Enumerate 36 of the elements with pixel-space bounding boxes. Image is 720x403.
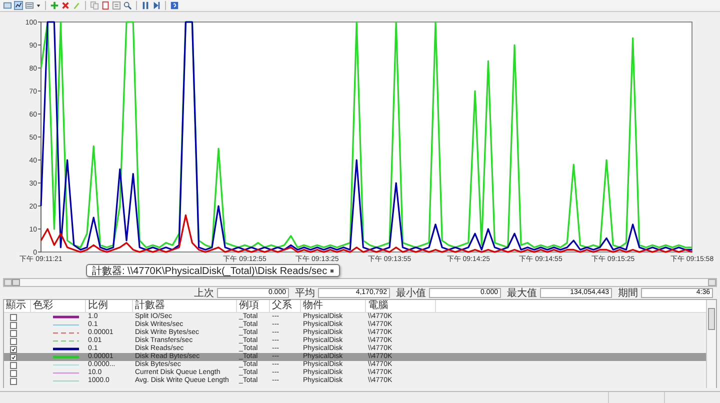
column-header[interactable]: 顯示 (4, 300, 31, 312)
column-header[interactable]: 物件 (301, 300, 366, 312)
column-header[interactable]: 計數器 (133, 300, 237, 312)
chart-icon[interactable] (14, 1, 23, 10)
vertical-scrollbar[interactable] (706, 300, 716, 388)
checkbox[interactable] (10, 362, 17, 368)
checkbox[interactable] (10, 378, 17, 384)
pause-icon[interactable] (141, 1, 150, 10)
stat-label: 平均 (295, 287, 315, 300)
stat-label: 上次 (194, 286, 214, 300)
scroll-thumb[interactable] (708, 308, 715, 330)
stat-label: 最小值 (396, 286, 426, 300)
step-icon[interactable] (152, 1, 161, 10)
zoom-icon[interactable] (123, 1, 132, 10)
checkbox[interactable] (10, 338, 17, 344)
column-header[interactable]: 色彩 (31, 300, 86, 312)
checkbox[interactable] (10, 346, 17, 352)
add-icon[interactable] (50, 1, 59, 10)
delete-icon[interactable] (61, 1, 70, 10)
checkbox[interactable] (10, 330, 17, 336)
checkbox[interactable] (10, 314, 17, 320)
checkbox[interactable] (10, 322, 17, 328)
column-header[interactable]: 例項 (237, 300, 270, 312)
tooltip-text: 計數器: \\4770K\PhysicalDisk(_Total)\Disk Reads/sec (92, 264, 328, 278)
column-header[interactable]: 電腦 (366, 300, 436, 312)
stat-label: 最大值 (507, 286, 537, 300)
paste-icon[interactable] (101, 1, 110, 10)
help-icon[interactable] (170, 1, 179, 10)
horizontal-scrollbar[interactable] (3, 278, 717, 287)
stat-label: 期間 (618, 286, 638, 300)
scroll-thumb[interactable] (12, 279, 20, 286)
checkbox[interactable] (10, 354, 17, 360)
checkbox[interactable] (10, 370, 17, 376)
column-header[interactable]: 比例 (86, 300, 133, 312)
properties-icon[interactable] (112, 1, 121, 10)
column-header[interactable]: 父系 (270, 300, 301, 312)
